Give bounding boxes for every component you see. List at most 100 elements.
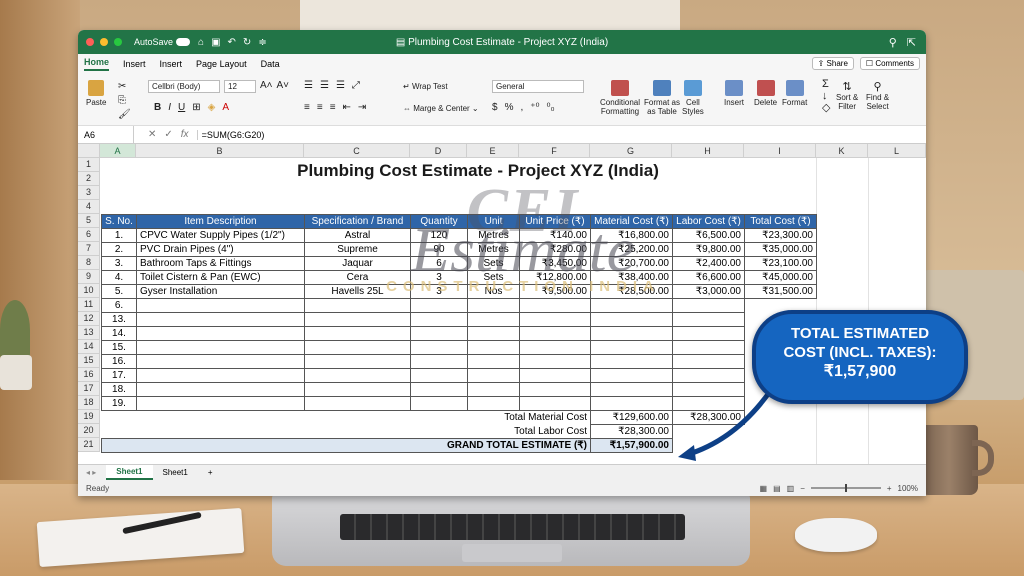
italic-button[interactable]: I: [168, 102, 171, 113]
table-cell[interactable]: [410, 382, 468, 397]
table-cell[interactable]: [519, 340, 591, 355]
fill-icon[interactable]: ↓: [822, 90, 830, 102]
column-header[interactable]: I: [744, 144, 816, 158]
table-cell[interactable]: [410, 340, 468, 355]
table-cell[interactable]: [136, 396, 305, 411]
table-cell[interactable]: 6: [410, 256, 468, 271]
redo-icon[interactable]: ↻: [243, 37, 251, 48]
align-top-icon[interactable]: ☰: [304, 80, 313, 91]
row-header[interactable]: 20: [78, 424, 100, 438]
table-cell[interactable]: ₹20,700.00: [590, 256, 673, 271]
table-cell[interactable]: [590, 326, 673, 341]
column-header[interactable]: B: [136, 144, 304, 158]
table-cell[interactable]: Nos: [467, 284, 520, 299]
merge-center-button[interactable]: ⇔ Marge & Center ⌄: [403, 104, 479, 113]
header-cell[interactable]: Unit Price (₹): [519, 214, 591, 229]
table-cell[interactable]: ₹23,100.00: [744, 256, 817, 271]
table-cell[interactable]: ₹9,800.00: [672, 242, 745, 257]
autosum-icon[interactable]: Σ: [822, 78, 830, 90]
table-cell[interactable]: [590, 354, 673, 369]
font-color-icon[interactable]: A: [222, 102, 229, 113]
percent-icon[interactable]: %: [505, 102, 514, 113]
formula-input[interactable]: =SUM(G6:G20): [196, 129, 264, 140]
header-cell[interactable]: Quantity: [410, 214, 468, 229]
customize-icon[interactable]: ≑: [258, 37, 266, 48]
tab-data[interactable]: Data: [261, 59, 280, 69]
table-cell[interactable]: [467, 368, 520, 383]
sheet-nav-arrows-icon[interactable]: ◂ ▸: [86, 468, 96, 477]
zoom-slider[interactable]: [810, 484, 881, 492]
table-cell[interactable]: 3.: [101, 256, 137, 271]
table-cell[interactable]: ₹6,500.00: [672, 228, 745, 243]
align-center-icon[interactable]: ≡: [317, 102, 323, 113]
add-sheet-button[interactable]: +: [198, 466, 223, 479]
orientation-icon[interactable]: ⤢: [352, 80, 360, 91]
header-cell[interactable]: Item Description: [136, 214, 305, 229]
decrease-indent-icon[interactable]: ⇤: [343, 102, 351, 113]
table-cell[interactable]: ₹25,200.00: [590, 242, 673, 257]
column-header[interactable]: C: [304, 144, 410, 158]
table-cell[interactable]: ₹3,000.00: [672, 284, 745, 299]
row-header[interactable]: 17: [78, 382, 100, 396]
autosave-toggle[interactable]: AutoSave: [134, 37, 191, 47]
header-cell[interactable]: Total Cost (₹): [744, 214, 817, 229]
row-header[interactable]: 4: [78, 200, 100, 214]
undo-icon[interactable]: ↶: [228, 37, 236, 48]
tab-page-layout[interactable]: Page Layout: [196, 59, 247, 69]
normal-view-icon[interactable]: ▦: [760, 484, 768, 493]
insert-cells-button[interactable]: Insert: [724, 80, 744, 107]
table-cell[interactable]: [672, 340, 745, 355]
table-cell[interactable]: ₹45,000.00: [744, 270, 817, 285]
table-cell[interactable]: 16.: [101, 354, 137, 369]
account-icon[interactable]: ⇱: [907, 36, 916, 49]
header-cell[interactable]: S. No.: [101, 214, 137, 229]
shrink-font-icon[interactable]: A˅: [277, 80, 290, 93]
table-cell[interactable]: 3: [410, 270, 468, 285]
minimize-button[interactable]: [100, 38, 108, 46]
table-cell[interactable]: 120: [410, 228, 468, 243]
table-cell[interactable]: [672, 368, 745, 383]
table-cell[interactable]: 13.: [101, 312, 137, 327]
table-cell[interactable]: ₹23,300.00: [744, 228, 817, 243]
row-header[interactable]: 8: [78, 256, 100, 270]
conditional-formatting-button[interactable]: Conditional Formatting: [600, 80, 640, 116]
table-cell[interactable]: [136, 354, 305, 369]
row-header[interactable]: 12: [78, 312, 100, 326]
row-header[interactable]: 6: [78, 228, 100, 242]
table-cell[interactable]: ₹38,400.00: [590, 270, 673, 285]
table-cell[interactable]: [672, 312, 745, 327]
search-icon[interactable]: ⚲: [889, 36, 897, 49]
comma-icon[interactable]: ,: [520, 102, 523, 113]
row-header[interactable]: 1: [78, 158, 100, 172]
copy-icon[interactable]: ⎘: [118, 94, 131, 108]
grand-total-value[interactable]: ₹1,57,900.00: [590, 438, 673, 453]
table-cell[interactable]: [590, 298, 673, 313]
delete-cells-button[interactable]: Delete: [754, 80, 777, 107]
header-cell[interactable]: Specification / Brand: [304, 214, 411, 229]
row-header[interactable]: 14: [78, 340, 100, 354]
row-header[interactable]: 7: [78, 242, 100, 256]
table-cell[interactable]: [410, 354, 468, 369]
table-cell[interactable]: 4.: [101, 270, 137, 285]
cancel-formula-icon[interactable]: ✕: [148, 129, 156, 140]
table-cell[interactable]: [136, 340, 305, 355]
name-box[interactable]: A6: [78, 126, 134, 143]
row-header[interactable]: 9: [78, 270, 100, 284]
table-cell[interactable]: [519, 312, 591, 327]
format-painter-icon[interactable]: 🖌: [118, 108, 131, 122]
insert-function-icon[interactable]: fx: [181, 129, 189, 140]
row-header[interactable]: 16: [78, 368, 100, 382]
table-cell[interactable]: ₹2,400.00: [672, 256, 745, 271]
row-header[interactable]: 3: [78, 186, 100, 200]
grow-font-icon[interactable]: A˄: [260, 80, 273, 93]
header-cell[interactable]: Labor Cost (₹): [672, 214, 745, 229]
table-cell[interactable]: Cera: [304, 270, 411, 285]
row-header[interactable]: 11: [78, 298, 100, 312]
table-cell[interactable]: 6.: [101, 298, 137, 313]
table-cell[interactable]: [519, 298, 591, 313]
cell-styles-button[interactable]: Cell Styles: [682, 80, 704, 116]
column-header[interactable]: E: [467, 144, 519, 158]
font-name-select[interactable]: Cellbri (Body): [148, 80, 220, 93]
table-cell[interactable]: [136, 326, 305, 341]
page-layout-view-icon[interactable]: ▤: [773, 484, 781, 493]
